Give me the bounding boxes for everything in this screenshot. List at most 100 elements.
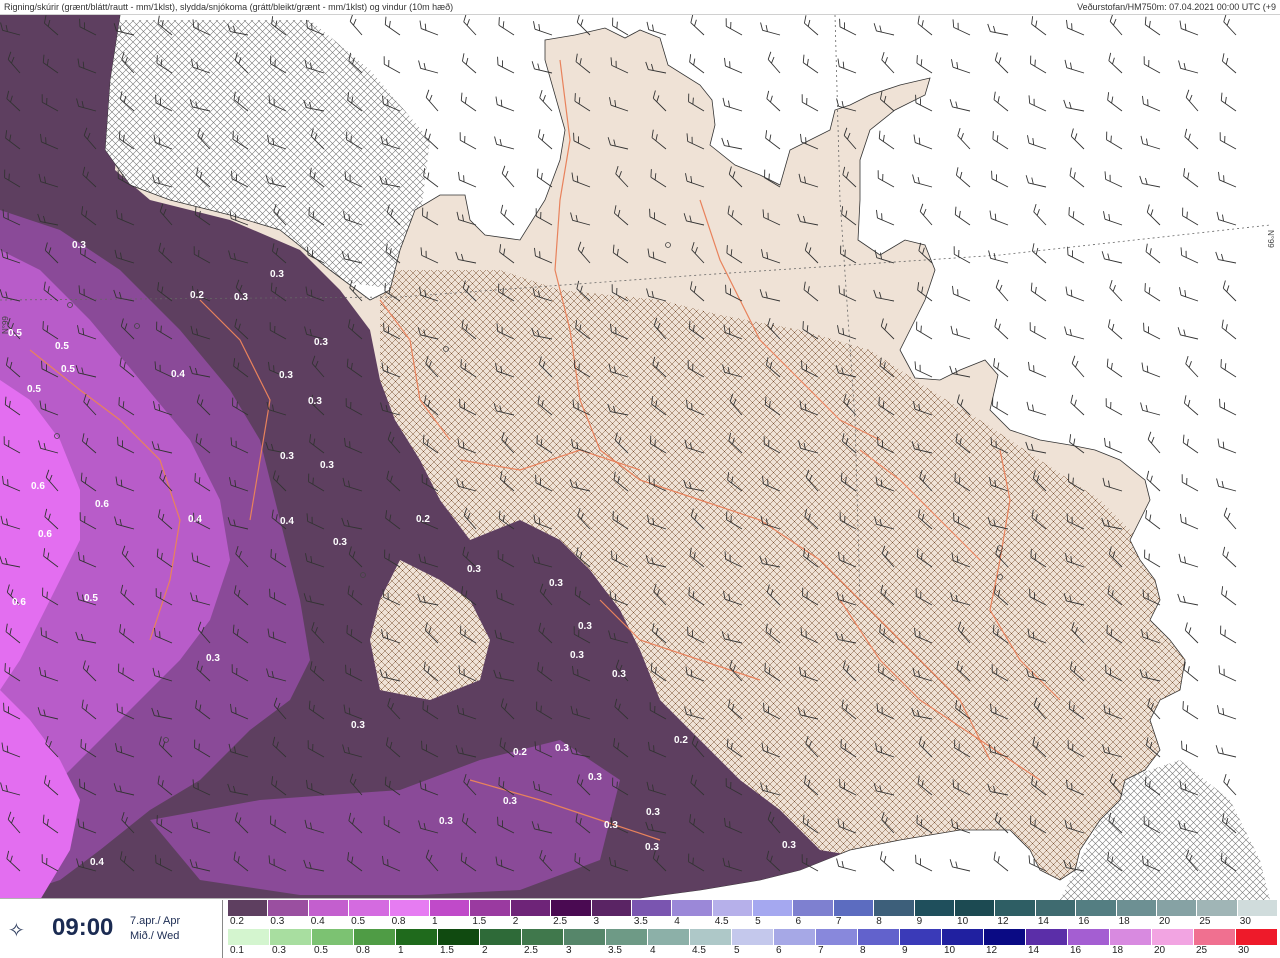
rain-legend-label: 0.1 bbox=[230, 945, 244, 956]
rain-legend-swatch bbox=[354, 929, 396, 945]
rain-legend-label: 1 bbox=[398, 945, 404, 956]
precip-value-label: 0.3 bbox=[351, 720, 365, 731]
snow-legend-label: 3.5 bbox=[633, 916, 648, 927]
snow-legend-label: 0.4 bbox=[310, 916, 325, 927]
snow-legend-label: 3 bbox=[593, 916, 600, 927]
precip-value-label: 0.3 bbox=[588, 772, 602, 783]
snow-legend-swatch bbox=[1237, 900, 1279, 916]
precip-value-label: 0.3 bbox=[570, 650, 584, 661]
snow-legend-swatch bbox=[631, 900, 673, 916]
rain-legend-swatch bbox=[900, 929, 942, 945]
snow-legend-swatch bbox=[712, 900, 754, 916]
precip-value-label: 0.3 bbox=[604, 820, 618, 831]
precip-value-label: 0.5 bbox=[27, 384, 41, 395]
rain-legend-swatch bbox=[396, 929, 438, 945]
precip-value-label: 0.3 bbox=[555, 743, 569, 754]
precip-value-label: 0.3 bbox=[646, 807, 660, 818]
rain-legend-swatch bbox=[1026, 929, 1068, 945]
rain-legend-label: 3.5 bbox=[608, 945, 622, 956]
compass-rose-icon[interactable]: ✧ bbox=[8, 918, 25, 943]
rain-legend-label: 6 bbox=[776, 945, 782, 956]
precip-value-label: 0.3 bbox=[612, 669, 626, 680]
rain-legend-label: 12 bbox=[986, 945, 998, 956]
rain-legend-label: 0.5 bbox=[314, 945, 328, 956]
snow-legend-label: 6 bbox=[795, 916, 802, 927]
precip-value-label: 0.6 bbox=[12, 597, 26, 608]
rain-legend-swatch bbox=[270, 929, 312, 945]
rain-legend-label: 5 bbox=[734, 945, 740, 956]
snow-legend-label: 0.3 bbox=[270, 916, 285, 927]
rain-legend-swatch bbox=[1236, 929, 1278, 945]
snow-legend: 0.2 0.3 0.4 0.5 0.8 1 1.5 2 2.5 3 3.5 4 4.5 5 6 7 8 9 10 12… bbox=[228, 900, 1280, 928]
snow-legend-swatch bbox=[1156, 900, 1198, 916]
rain-legend-swatch bbox=[774, 929, 816, 945]
rain-legend-label: 1.5 bbox=[440, 945, 454, 956]
snow-legend-label: 0.5 bbox=[351, 916, 366, 927]
precip-value-label: 0.3 bbox=[279, 370, 293, 381]
rain-legend-swatch bbox=[1110, 929, 1152, 945]
snow-legend-swatch bbox=[510, 900, 552, 916]
rain-legend-swatch bbox=[1152, 929, 1194, 945]
snow-legend-label: 2.5 bbox=[553, 916, 568, 927]
snow-legend-swatch bbox=[389, 900, 430, 916]
snow-legend-swatch bbox=[268, 900, 309, 916]
precip-value-label: 0.4 bbox=[90, 857, 104, 868]
rain-legend-swatch bbox=[606, 929, 648, 945]
precip-value-label: 0.3 bbox=[72, 240, 86, 251]
precip-value-label: 0.3 bbox=[308, 396, 322, 407]
snow-legend-label: 12 bbox=[997, 916, 1009, 927]
precip-value-label: 0.6 bbox=[31, 481, 45, 492]
rain-legend-swatch bbox=[984, 929, 1026, 945]
time-panel: ✧ 09:00 7.apr./ Apr Mið./ Wed bbox=[0, 900, 223, 958]
legend-footer: ✧ 09:00 7.apr./ Apr Mið./ Wed 0.2 0.3 0.4 0… bbox=[0, 900, 1280, 958]
precip-value-label: 0.2 bbox=[190, 290, 204, 301]
rain-legend-label: 7 bbox=[818, 945, 824, 956]
snow-legend-label: 4.5 bbox=[714, 916, 729, 927]
rain-legend-swatch bbox=[942, 929, 984, 945]
snow-legend-label: 25 bbox=[1199, 916, 1211, 927]
snow-legend-label: 8 bbox=[876, 916, 882, 927]
snow-legend-swatch bbox=[753, 900, 794, 916]
rain-legend-label: 9 bbox=[902, 945, 908, 956]
snow-legend-swatch bbox=[308, 900, 350, 916]
rain-legend-swatch bbox=[1194, 929, 1236, 945]
forecast-weekday: Mið./ Wed bbox=[130, 930, 180, 942]
rain-legend-label: 0.8 bbox=[356, 945, 370, 956]
rain-legend-swatch bbox=[1068, 929, 1110, 945]
snow-legend-swatch bbox=[349, 900, 390, 916]
snow-legend-swatch bbox=[1076, 900, 1117, 916]
snow-legend-label: 4 bbox=[674, 916, 680, 927]
precip-value-label: 0.4 bbox=[280, 516, 294, 527]
rain-legend-label: 18 bbox=[1112, 945, 1124, 956]
snow-legend-label: 20 bbox=[1158, 916, 1171, 927]
precip-value-label: 0.3 bbox=[270, 269, 284, 280]
snow-legend-swatch bbox=[793, 900, 834, 916]
precip-value-label: 0.6 bbox=[95, 499, 109, 510]
snow-legend-swatch bbox=[228, 900, 269, 916]
precip-value-label: 0.3 bbox=[578, 621, 592, 632]
map-header: Rigning/skúrir (grænt/blátt/rautt - mm/1… bbox=[0, 0, 1280, 15]
precip-value-label: 0.6 bbox=[38, 529, 52, 540]
precip-value-label: 0.5 bbox=[8, 328, 22, 339]
rain-legend-swatch bbox=[564, 929, 606, 945]
precip-value-label: 0.3 bbox=[320, 460, 334, 471]
rain-legend-swatch bbox=[438, 929, 480, 945]
rain-legend-label: 0.3 bbox=[272, 945, 286, 956]
precip-value-label: 0.3 bbox=[467, 564, 481, 575]
snow-legend-label: 0.8 bbox=[391, 916, 406, 927]
rain-legend-label: 16 bbox=[1070, 945, 1082, 956]
snow-legend-swatch bbox=[551, 900, 592, 916]
snow-legend-label: 1 bbox=[431, 916, 438, 927]
forecast-date: 7.apr./ Apr bbox=[130, 915, 181, 927]
snow-legend-swatch bbox=[1116, 900, 1157, 916]
precip-value-label: 0.4 bbox=[171, 369, 185, 380]
rain-legend-swatch bbox=[480, 929, 522, 945]
rain-legend-swatch bbox=[648, 929, 690, 945]
snow-legend-label: 18 bbox=[1118, 916, 1130, 927]
latitude-label: N°99 bbox=[1266, 230, 1275, 248]
rain-legend-swatch bbox=[522, 929, 564, 945]
snow-legend-label: 14 bbox=[1037, 916, 1049, 927]
snow-legend-swatch bbox=[672, 900, 713, 916]
forecast-map[interactable]: N°99 N°99 0.3 0.2 0.3 0.3 0.5 0.5 0.5 0.5 0.4 0.3… bbox=[0, 13, 1280, 900]
precip-value-label: 0.3 bbox=[645, 842, 659, 853]
